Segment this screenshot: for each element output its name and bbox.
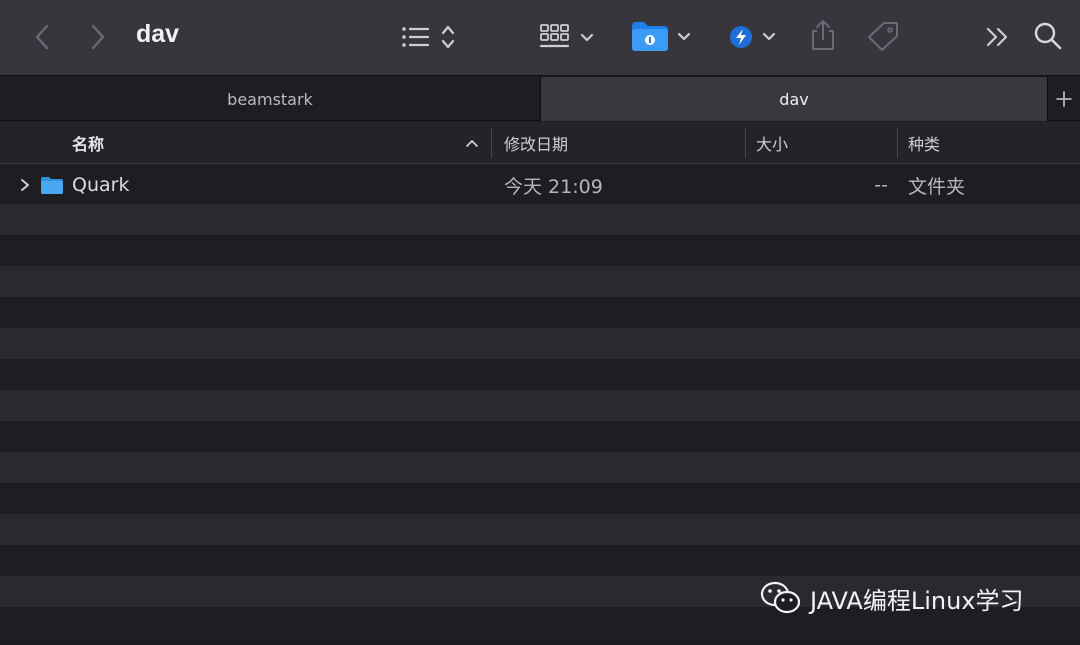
watermark: JAVA编程Linux学习 bbox=[760, 578, 1024, 618]
tag-icon bbox=[868, 22, 898, 51]
file-name: Quark bbox=[72, 174, 130, 196]
column-size-label: 大小 bbox=[756, 135, 789, 154]
tab-label: dav bbox=[779, 89, 809, 109]
table-row[interactable]: Quark 今天 21:09 -- 文件夹 bbox=[0, 165, 1080, 204]
sort-ascending-indicator[interactable] bbox=[462, 135, 482, 151]
disclosure-toggle[interactable] bbox=[18, 162, 38, 208]
tab-bar: beamstark dav bbox=[0, 77, 1080, 121]
empty-row bbox=[0, 204, 1080, 235]
new-tab-button[interactable] bbox=[1048, 77, 1080, 121]
file-modified: 今天 21:09 bbox=[504, 175, 603, 198]
forward-button[interactable] bbox=[84, 22, 112, 52]
watermark-text: JAVA编程Linux学习 bbox=[810, 586, 1024, 615]
chevron-left-icon bbox=[35, 24, 49, 50]
grid-icon bbox=[539, 24, 594, 48]
toolbar: dav bbox=[0, 0, 1080, 76]
app-folder-button[interactable] bbox=[630, 18, 694, 54]
empty-row bbox=[0, 545, 1080, 576]
share-icon bbox=[812, 20, 834, 50]
column-modified-label: 修改日期 bbox=[504, 135, 569, 154]
empty-row bbox=[0, 390, 1080, 421]
finder-window: dav beamstark dav 名称 修改日期 大小 种类 Quark 今天… bbox=[0, 0, 1080, 645]
file-list: Quark 今天 21:09 -- 文件夹 bbox=[0, 165, 1080, 645]
plus-icon bbox=[1056, 91, 1072, 107]
chevron-up-icon bbox=[466, 140, 478, 147]
tab-dav[interactable]: dav bbox=[541, 77, 1047, 121]
empty-row bbox=[0, 359, 1080, 390]
tab-label: beamstark bbox=[227, 89, 313, 109]
tab-beamstark[interactable]: beamstark bbox=[0, 77, 540, 121]
column-size[interactable]: 大小 bbox=[756, 122, 886, 164]
app-spark-button[interactable] bbox=[726, 22, 780, 52]
column-kind[interactable]: 种类 bbox=[908, 122, 1068, 164]
empty-row bbox=[0, 483, 1080, 514]
chevron-right-icon bbox=[91, 24, 105, 50]
empty-row bbox=[0, 421, 1080, 452]
list-icon bbox=[402, 25, 455, 49]
empty-row bbox=[0, 452, 1080, 483]
file-kind: 文件夹 bbox=[908, 175, 966, 198]
empty-row bbox=[0, 514, 1080, 545]
group-button[interactable] bbox=[538, 21, 598, 53]
back-button[interactable] bbox=[28, 22, 56, 52]
column-modified[interactable]: 修改日期 bbox=[504, 122, 734, 164]
share-button[interactable] bbox=[808, 18, 838, 52]
chevron-right-icon bbox=[21, 179, 29, 191]
column-header: 名称 修改日期 大小 种类 bbox=[0, 122, 1080, 164]
empty-row bbox=[0, 328, 1080, 359]
view-list-button[interactable] bbox=[398, 22, 460, 52]
folder-icon bbox=[40, 162, 66, 208]
column-name-label: 名称 bbox=[72, 135, 105, 154]
wechat-icon bbox=[760, 581, 801, 614]
file-size: -- bbox=[874, 174, 888, 196]
column-kind-label: 种类 bbox=[908, 135, 941, 154]
empty-row bbox=[0, 235, 1080, 266]
more-button[interactable] bbox=[984, 24, 1012, 50]
empty-row bbox=[0, 297, 1080, 328]
column-name[interactable]: 名称 bbox=[72, 122, 472, 164]
folder-app-icon bbox=[632, 22, 691, 51]
double-chevron-icon bbox=[986, 27, 1008, 47]
search-icon bbox=[1034, 22, 1062, 50]
bolt-app-icon bbox=[730, 26, 776, 48]
window-title: dav bbox=[136, 20, 180, 48]
empty-row bbox=[0, 266, 1080, 297]
tag-button[interactable] bbox=[866, 20, 902, 52]
search-button[interactable] bbox=[1032, 20, 1064, 52]
